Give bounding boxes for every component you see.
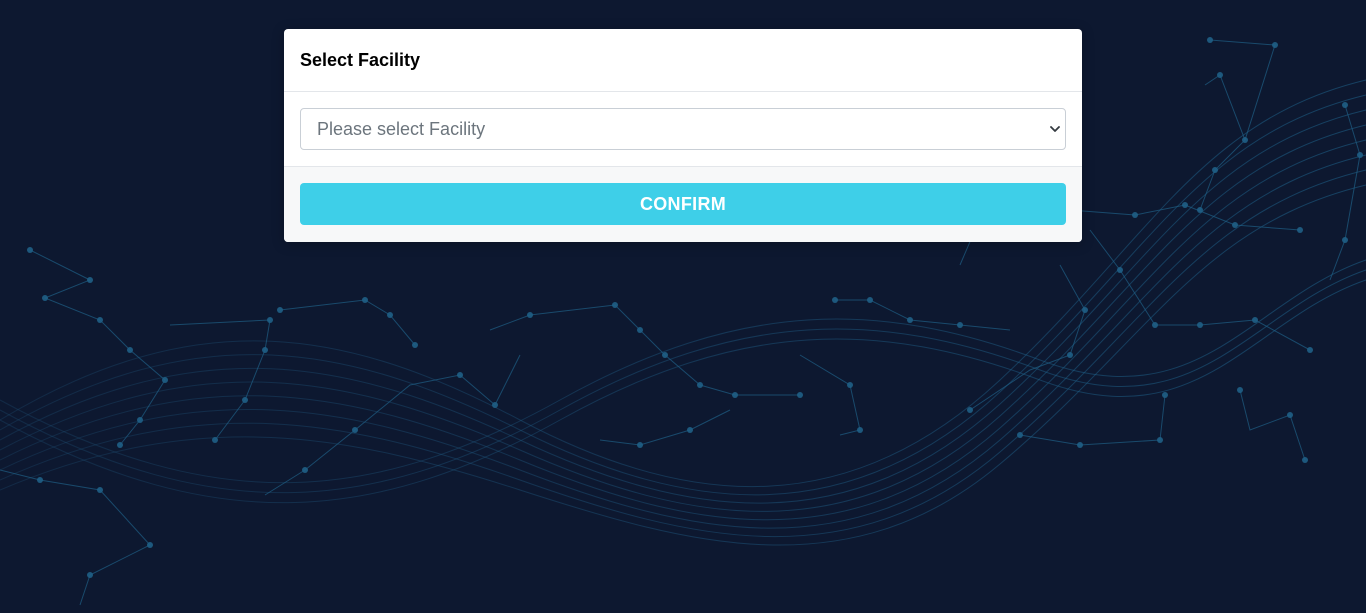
select-facility-card: Select Facility Please select Facility C… — [284, 29, 1082, 242]
card-footer: CONFIRM — [284, 167, 1082, 242]
facility-select[interactable]: Please select Facility — [300, 108, 1066, 150]
card-title: Select Facility — [300, 49, 421, 70]
confirm-button[interactable]: CONFIRM — [300, 183, 1066, 225]
card-header: Select Facility — [284, 29, 1082, 92]
chevron-down-icon — [1050, 126, 1060, 132]
facility-select-placeholder: Please select Facility — [317, 118, 486, 139]
card-body: Please select Facility — [284, 92, 1082, 167]
